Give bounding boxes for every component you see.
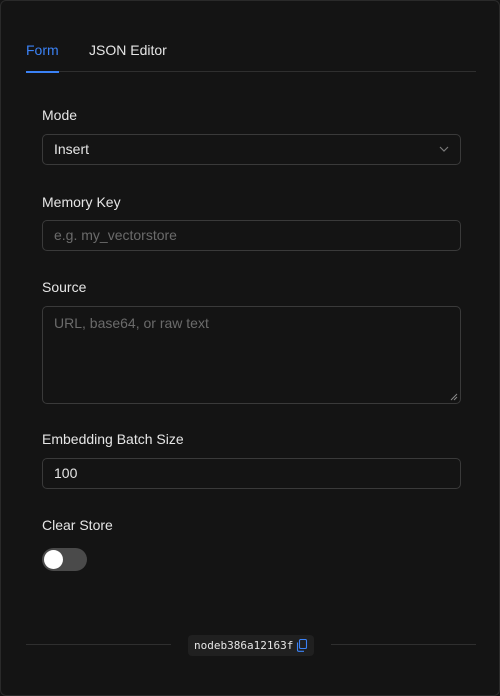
tab-json-editor[interactable]: JSON Editor — [89, 39, 167, 72]
node-id-text: nodeb386a12163f — [194, 639, 294, 652]
clear-store-label: Clear Store — [42, 517, 113, 533]
embedding-batch-size-value: 100 — [54, 465, 78, 481]
node-id-badge: nodeb386a12163f — [188, 635, 314, 656]
node-config-panel: Form JSON Editor Mode Insert Memory Key … — [0, 0, 500, 696]
embedding-batch-size-label: Embedding Batch Size — [42, 431, 184, 447]
memory-key-label: Memory Key — [42, 194, 121, 210]
chevron-down-icon — [439, 146, 449, 152]
memory-key-input[interactable]: e.g. my_vectorstore — [42, 220, 461, 251]
tab-form[interactable]: Form — [26, 39, 59, 73]
source-textarea[interactable]: URL, base64, or raw text — [42, 306, 461, 404]
source-placeholder: URL, base64, or raw text — [54, 315, 209, 331]
embedding-batch-size-input[interactable]: 100 — [42, 458, 461, 489]
footer-divider-left — [26, 644, 171, 645]
mode-label: Mode — [42, 107, 78, 123]
tab-bar: Form JSON Editor — [26, 39, 476, 73]
source-label: Source — [42, 279, 87, 295]
clear-store-toggle[interactable] — [42, 548, 87, 571]
resize-handle-icon[interactable] — [450, 393, 458, 401]
mode-select[interactable]: Insert — [42, 134, 461, 165]
toggle-knob — [44, 550, 63, 569]
footer-divider-right — [331, 644, 476, 645]
memory-key-placeholder: e.g. my_vectorstore — [54, 227, 177, 243]
copy-icon[interactable] — [296, 639, 308, 652]
mode-select-value: Insert — [54, 141, 90, 157]
